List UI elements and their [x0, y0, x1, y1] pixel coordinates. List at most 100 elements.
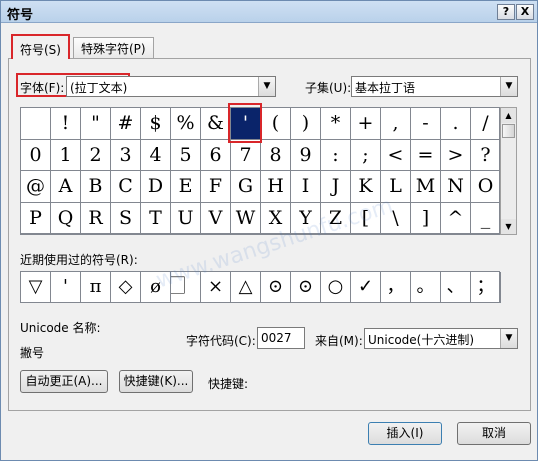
autocorrect-button[interactable]: 自动更正(A)...: [20, 370, 108, 393]
symbol-cell[interactable]: Y: [291, 202, 321, 234]
recent-symbol-cell[interactable]: ○: [321, 272, 351, 303]
symbol-cell[interactable]: T: [141, 202, 171, 234]
symbol-cell[interactable]: ]: [411, 202, 441, 234]
symbol-cell[interactable]: ): [291, 108, 321, 140]
symbol-cell[interactable]: ": [81, 108, 111, 140]
chevron-down-icon[interactable]: ▼: [500, 77, 517, 96]
symbol-cell[interactable]: K: [351, 171, 381, 203]
symbol-cell[interactable]: 7: [231, 139, 261, 171]
symbol-cell[interactable]: =: [411, 139, 441, 171]
symbol-cell[interactable]: 6: [201, 139, 231, 171]
symbol-cell[interactable]: J: [321, 171, 351, 203]
recent-symbol-cell[interactable]: ⃞: [171, 272, 201, 303]
cancel-button[interactable]: 取消: [457, 422, 531, 445]
symbol-cell[interactable]: +: [351, 108, 381, 140]
symbol-cell[interactable]: :: [321, 139, 351, 171]
symbol-cell[interactable]: P: [21, 202, 51, 234]
symbol-cell[interactable]: .: [441, 108, 471, 140]
recent-symbol-cell[interactable]: ▽: [21, 272, 51, 303]
symbol-cell[interactable]: X: [261, 202, 291, 234]
symbol-cell[interactable]: *: [321, 108, 351, 140]
recent-symbol-cell[interactable]: 、: [441, 272, 471, 303]
symbol-cell[interactable]: A: [51, 171, 81, 203]
recent-symbol-cell[interactable]: ': [51, 272, 81, 303]
symbol-cell[interactable]: 5: [171, 139, 201, 171]
symbol-cell[interactable]: 2: [81, 139, 111, 171]
chevron-down-icon[interactable]: ▼: [500, 329, 517, 348]
scroll-down-icon[interactable]: ▼: [501, 219, 516, 234]
symbol-cell[interactable]: Z: [321, 202, 351, 234]
tab-special-characters[interactable]: 特殊字符(P): [73, 37, 154, 58]
symbol-cell[interactable]: &: [201, 108, 231, 140]
symbol-cell[interactable]: E: [171, 171, 201, 203]
recent-symbol-cell[interactable]: ◇: [111, 272, 141, 303]
chevron-down-icon[interactable]: ▼: [258, 77, 275, 96]
symbol-cell[interactable]: _: [471, 202, 501, 234]
symbol-cell[interactable]: V: [201, 202, 231, 234]
symbol-cell[interactable]: \: [381, 202, 411, 234]
symbol-cell[interactable]: [: [351, 202, 381, 234]
symbol-cell[interactable]: O: [471, 171, 501, 203]
symbol-cell[interactable]: 4: [141, 139, 171, 171]
recent-symbol-cell[interactable]: 。: [411, 272, 441, 303]
symbol-cell[interactable]: 3: [111, 139, 141, 171]
symbol-cell[interactable]: !: [51, 108, 81, 140]
recent-symbols-row: ▽'π◇ø⃞×△⊙⊙○✓，。、；: [20, 271, 501, 303]
help-button[interactable]: ?: [497, 4, 515, 20]
char-code-input[interactable]: [257, 327, 305, 349]
recent-symbol-cell[interactable]: ×: [201, 272, 231, 303]
symbol-cell[interactable]: %: [171, 108, 201, 140]
symbol-cell[interactable]: S: [111, 202, 141, 234]
symbol-cell[interactable]: H: [261, 171, 291, 203]
symbol-cell[interactable]: @: [21, 171, 51, 203]
recent-symbols-label: 近期使用过的符号(R):: [20, 253, 138, 267]
scroll-up-icon[interactable]: ▲: [501, 108, 516, 123]
recent-symbol-cell[interactable]: ⊙: [291, 272, 321, 303]
symbol-cell[interactable]: <: [381, 139, 411, 171]
symbol-cell[interactable]: ,: [381, 108, 411, 140]
shortcut-key-button[interactable]: 快捷键(K)...: [119, 370, 193, 393]
symbol-cell[interactable]: 0: [21, 139, 51, 171]
font-select[interactable]: (拉丁文本) ▼: [66, 76, 276, 97]
from-select[interactable]: Unicode(十六进制) ▼: [364, 328, 518, 349]
close-button[interactable]: X: [516, 4, 534, 20]
symbol-cell[interactable]: ?: [471, 139, 501, 171]
symbol-cell[interactable]: U: [171, 202, 201, 234]
symbol-cell[interactable]: F: [201, 171, 231, 203]
scrollbar-thumb[interactable]: [502, 124, 515, 138]
symbol-cell[interactable]: M: [411, 171, 441, 203]
symbol-cell[interactable]: >: [441, 139, 471, 171]
symbol-cell[interactable]: /: [471, 108, 501, 140]
recent-symbol-cell[interactable]: ✓: [351, 272, 381, 303]
recent-symbol-cell[interactable]: ；: [471, 272, 501, 303]
symbol-cell[interactable]: N: [441, 171, 471, 203]
symbol-cell[interactable]: I: [291, 171, 321, 203]
symbol-cell[interactable]: (: [261, 108, 291, 140]
tab-symbols[interactable]: 符号(S): [11, 34, 70, 59]
symbol-cell[interactable]: C: [111, 171, 141, 203]
symbol-cell[interactable]: G: [231, 171, 261, 203]
recent-symbol-cell[interactable]: △: [231, 272, 261, 303]
recent-symbol-cell[interactable]: ø: [141, 272, 171, 303]
insert-button[interactable]: 插入(I): [368, 422, 442, 445]
symbol-cell[interactable]: D: [141, 171, 171, 203]
symbol-cell[interactable]: 9: [291, 139, 321, 171]
symbol-cell[interactable]: #: [111, 108, 141, 140]
symbol-cell[interactable]: 1: [51, 139, 81, 171]
symbol-grid-scrollbar[interactable]: ▲ ▼: [500, 107, 517, 235]
symbol-cell[interactable]: $: [141, 108, 171, 140]
recent-symbol-cell[interactable]: ⊙: [261, 272, 291, 303]
recent-symbol-cell[interactable]: ，: [381, 272, 411, 303]
symbol-cell[interactable]: L: [381, 171, 411, 203]
symbol-cell[interactable]: B: [81, 171, 111, 203]
subset-select[interactable]: 基本拉丁语 ▼: [351, 76, 518, 97]
symbol-cell[interactable]: W: [231, 202, 261, 234]
symbol-cell[interactable]: -: [411, 108, 441, 140]
symbol-cell[interactable]: ;: [351, 139, 381, 171]
symbol-cell[interactable]: ^: [441, 202, 471, 234]
symbol-cell[interactable]: [21, 108, 51, 140]
symbol-cell[interactable]: 8: [261, 139, 291, 171]
recent-symbol-cell[interactable]: π: [81, 272, 111, 303]
symbol-cell[interactable]: R: [81, 202, 111, 234]
symbol-cell[interactable]: Q: [51, 202, 81, 234]
